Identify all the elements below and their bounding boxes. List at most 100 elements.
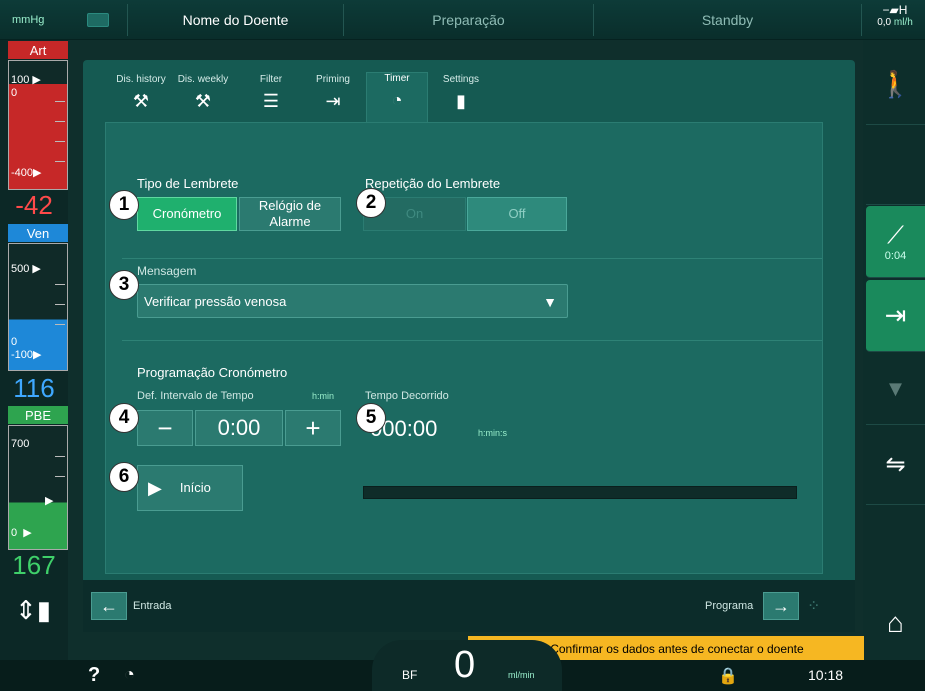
art-top-tick: 100 ▶ bbox=[11, 74, 41, 86]
clock-icon[interactable]: ◔ bbox=[124, 664, 135, 685]
tab-settings-label: Settings bbox=[442, 74, 480, 85]
priming-icon: ⇥ bbox=[325, 91, 341, 111]
bf-value: 0 bbox=[454, 644, 476, 686]
timer-icon: ◔ bbox=[391, 90, 403, 110]
tab-settings[interactable]: Settings ▮ bbox=[430, 74, 492, 122]
tab-priming-label: Priming bbox=[316, 74, 350, 85]
program-flow-icon: ⁘ bbox=[807, 598, 821, 615]
start-button[interactable]: ▶ Início bbox=[137, 465, 243, 511]
level-adjust-icon[interactable]: ⇕▮ bbox=[8, 595, 58, 645]
chevron-down-icon: ▼ bbox=[543, 294, 557, 310]
timer-button[interactable]: ⟋ 0:04 bbox=[866, 206, 925, 278]
reminder-repeat-label: Repetição do Lembrete bbox=[365, 176, 501, 191]
pressure-column: Art 100 ▶ 0 -400▶ -42 Ven 500 ▶ 0 -100▶ … bbox=[0, 40, 68, 665]
callout-3: 3 bbox=[109, 270, 139, 300]
tab-filter[interactable]: Filter ☰ bbox=[240, 74, 302, 122]
pbe-value: 167 bbox=[12, 550, 56, 580]
bf-unit: ml/min bbox=[508, 670, 535, 680]
blood-circuit-icon[interactable]: ⇋ bbox=[866, 425, 925, 505]
uf-value: 0,0 bbox=[877, 17, 892, 28]
tab-priming[interactable]: Priming ⇥ bbox=[302, 74, 364, 122]
bottom-nav: ← Entrada Programa → ⁘ bbox=[83, 580, 855, 632]
bicarb-icon: ▼ bbox=[866, 353, 925, 425]
callout-6: 6 bbox=[109, 462, 139, 492]
callout-5: 5 bbox=[356, 403, 386, 433]
ven-zero-tick: 0 bbox=[11, 336, 18, 348]
unit-mmhg: mmHg bbox=[12, 14, 45, 26]
tab-filter-label: Filter bbox=[259, 74, 283, 85]
tab-dis-history[interactable]: Dis. history ⚒ bbox=[110, 74, 172, 122]
pbe-zero-tick: 0 ▶ bbox=[11, 527, 32, 539]
heparin-icon: ⟋ bbox=[887, 221, 904, 249]
warning-text: Confirmar os dados antes de conectar o d… bbox=[550, 641, 804, 656]
patient-name[interactable]: Nome do Doente bbox=[128, 4, 344, 36]
back-arrow-icon[interactable]: ← bbox=[91, 592, 127, 620]
patient-connect-icon[interactable]: 🚶 bbox=[866, 45, 925, 125]
art-label: Art bbox=[8, 41, 68, 59]
elapsed-label: Tempo Decorrido bbox=[365, 390, 449, 402]
filter-battery-icon: −▰H bbox=[882, 3, 908, 17]
uf-display[interactable]: −▰H 0,0 ml/h bbox=[870, 3, 920, 39]
callout-4: 4 bbox=[109, 403, 139, 433]
tab-dis-weekly[interactable]: Dis. weekly ⚒ bbox=[172, 74, 234, 122]
dis-history-icon: ⚒ bbox=[132, 91, 150, 111]
callout-2: 2 bbox=[356, 188, 386, 218]
help-button[interactable]: ? bbox=[88, 664, 100, 687]
tab-dis-history-label: Dis. history bbox=[116, 74, 166, 85]
back-label: Entrada bbox=[133, 600, 172, 612]
reminder-type-stopwatch[interactable]: Cronómetro bbox=[137, 197, 237, 231]
pbe-top-tick: 700 bbox=[11, 438, 30, 450]
art-scale: 100 ▶ 0 -400▶ bbox=[8, 60, 68, 190]
art-value: -42 bbox=[15, 190, 53, 220]
timer-countdown: 0:04 bbox=[884, 249, 907, 262]
message-dropdown[interactable]: Verificar pressão venosa ▼ bbox=[137, 284, 568, 318]
message-label: Mensagem bbox=[137, 264, 197, 278]
right-empty-slot bbox=[866, 125, 925, 205]
interval-unit: h:min bbox=[312, 391, 335, 401]
settings-icon: ▮ bbox=[456, 91, 466, 111]
interval-label: Def. Intervalo de Tempo bbox=[137, 390, 254, 402]
message-value: Verificar pressão venosa bbox=[144, 294, 287, 309]
tab-dis-weekly-label: Dis. weekly bbox=[177, 74, 229, 85]
home-icon[interactable]: ⌂ bbox=[866, 585, 925, 660]
decrement-button[interactable]: − bbox=[137, 410, 193, 446]
tab-timer-label: Timer bbox=[384, 73, 410, 84]
uf-unit: ml/h bbox=[893, 17, 913, 28]
ven-bottom-tick: -100▶ bbox=[11, 349, 42, 361]
ven-top-tick: 500 ▶ bbox=[11, 263, 41, 275]
pbe-label: PBE bbox=[8, 406, 68, 424]
increment-button[interactable]: + bbox=[285, 410, 341, 446]
ven-label: Ven bbox=[8, 224, 68, 242]
elapsed-time: 00:00 bbox=[382, 416, 438, 441]
pbe-upper-marker-icon: ▶ bbox=[45, 495, 54, 507]
timer-program-title: Programação Cronómetro bbox=[137, 365, 288, 380]
patient-card-icon[interactable] bbox=[68, 4, 128, 36]
ven-value: 116 bbox=[13, 373, 55, 403]
priming-button-icon[interactable]: ⇥ bbox=[866, 280, 925, 352]
elapsed-progress-bar bbox=[363, 486, 797, 499]
start-label: Início bbox=[179, 480, 211, 495]
divider-2 bbox=[122, 340, 822, 341]
status-bar: ? ◔ BF 0 ml/min 🔒 10:18 bbox=[0, 640, 925, 691]
reminder-type-alarm[interactable]: Relógio de Alarme bbox=[239, 197, 341, 231]
filter-icon: ☰ bbox=[262, 91, 280, 111]
phase-label: Preparação bbox=[344, 4, 594, 36]
mode-label: Standby bbox=[594, 4, 862, 36]
tab-timer[interactable]: Timer ◔ bbox=[366, 72, 428, 124]
reminder-repeat-off[interactable]: Off bbox=[467, 197, 567, 231]
art-bottom-tick: -400▶ bbox=[11, 167, 42, 179]
next-arrow-icon[interactable]: → bbox=[763, 592, 799, 620]
ven-scale: 500 ▶ 0 -100▶ bbox=[8, 243, 68, 371]
pbe-scale: 700 ▶ 0 ▶ bbox=[8, 425, 68, 550]
bf-display[interactable]: BF 0 ml/min bbox=[372, 640, 562, 691]
divider-1 bbox=[122, 258, 822, 259]
dis-weekly-icon: ⚒ bbox=[194, 91, 212, 111]
bf-label: BF bbox=[402, 668, 418, 682]
callout-1: 1 bbox=[109, 190, 139, 220]
next-label: Programa bbox=[705, 600, 754, 612]
interval-value[interactable]: 0:00 bbox=[195, 410, 283, 446]
reminder-type-label: Tipo de Lembrete bbox=[137, 176, 239, 191]
art-zero-tick: 0 bbox=[11, 87, 18, 99]
elapsed-unit: h:min:s bbox=[478, 428, 508, 438]
lock-icon[interactable]: 🔒 bbox=[718, 666, 738, 686]
